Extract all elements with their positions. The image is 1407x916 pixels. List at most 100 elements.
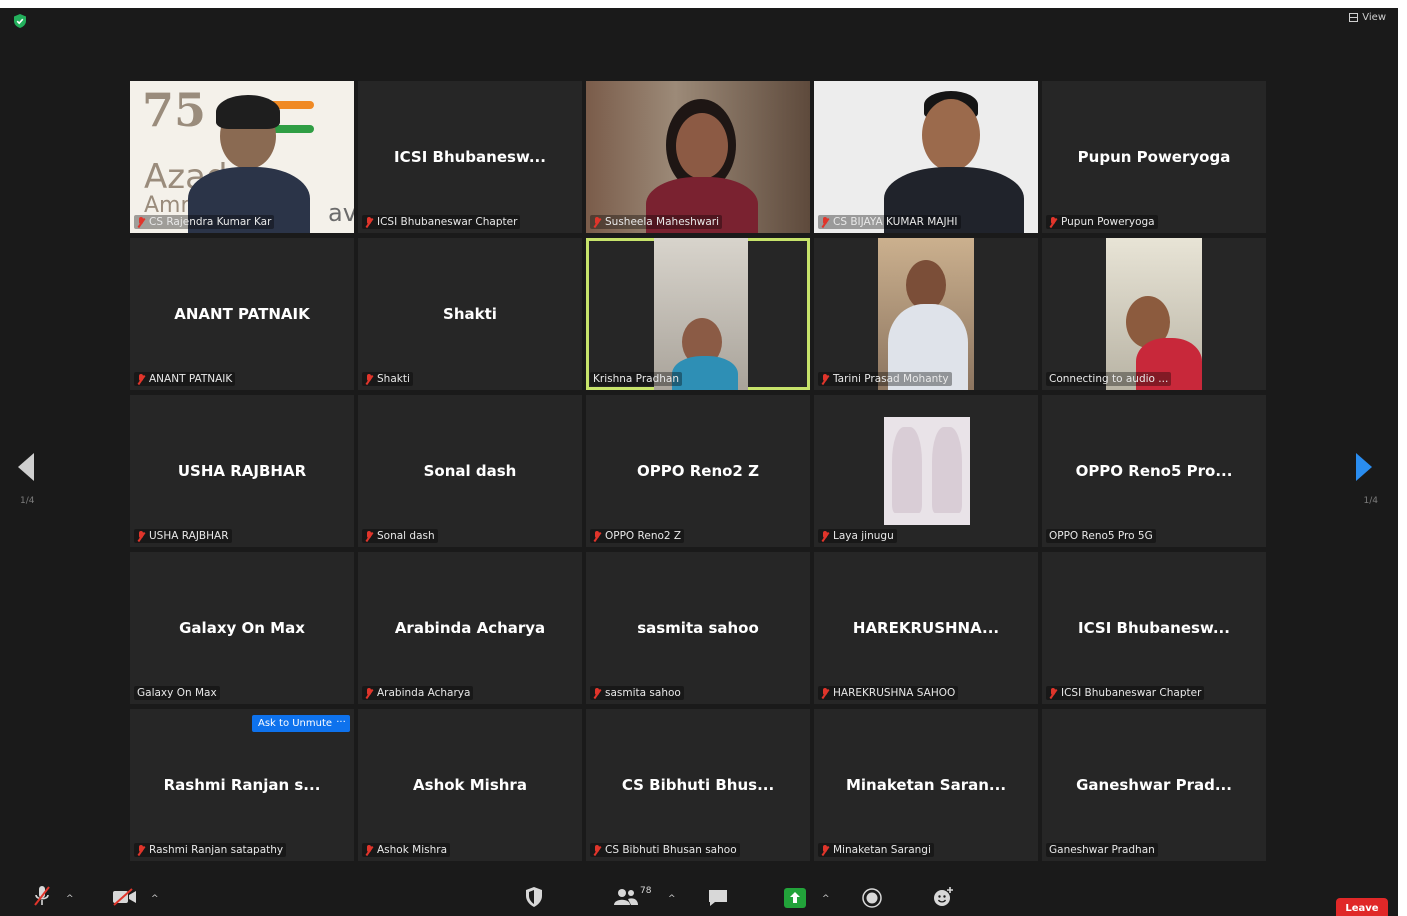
participants-caret[interactable]: ^ (668, 894, 676, 904)
participant-tile[interactable]: ANANT PATNAIK ANANT PATNAIK (130, 238, 354, 390)
participant-tile[interactable]: OPPO Reno2 Z OPPO Reno2 Z (586, 395, 810, 547)
participant-display-name: ANANT PATNAIK (174, 305, 310, 323)
mic-muted-icon (593, 216, 601, 228)
prev-page-icon[interactable] (18, 453, 34, 481)
video-off-icon[interactable] (112, 888, 138, 906)
mic-muted-icon (137, 844, 145, 856)
participant-tile[interactable]: 75 Azad Amrit av CS Rajendra Kumar Kar (130, 81, 354, 233)
ask-to-unmute-button[interactable]: Ask to Unmute (252, 715, 339, 732)
mic-muted-icon (137, 216, 145, 228)
participant-tile[interactable]: OPPO Reno5 Pro... OPPO Reno5 Pro 5G (1042, 395, 1266, 547)
reactions-icon[interactable] (932, 886, 954, 908)
share-options-caret[interactable]: ^ (822, 894, 830, 904)
participant-tile[interactable]: ICSI Bhubanesw... ICSI Bhubaneswar Chapte… (358, 81, 582, 233)
participant-name-label: ANANT PATNAIK (134, 372, 236, 386)
participant-tile[interactable]: sasmita sahoo sasmita sahoo (586, 552, 810, 704)
participant-name: Sonal dash (377, 530, 435, 542)
participant-tile[interactable]: Pupun Poweryoga Pupun Poweryoga (1042, 81, 1266, 233)
participant-name-label: Connecting to audio ... (1046, 372, 1172, 386)
zoom-meeting-window: View 1/4 1/4 75 Azad Amrit av CS Rajendra Ku… (0, 8, 1398, 916)
video-feed (586, 81, 810, 233)
participant-tile[interactable]: Connecting to audio ... (1042, 238, 1266, 390)
meeting-toolbar: ^ ^ 78 ^ ^ Leave (0, 876, 1398, 916)
leave-button[interactable]: Leave (1336, 898, 1388, 916)
record-icon[interactable] (862, 888, 882, 908)
participant-name: CS BIJAYA KUMAR MAJHI (833, 216, 958, 228)
participant-tile[interactable]: HAREKRUSHNA... HAREKRUSHNA SAHOO (814, 552, 1038, 704)
participant-tile[interactable]: Sonal dash Sonal dash (358, 395, 582, 547)
mic-muted-icon[interactable] (32, 884, 52, 908)
mic-muted-icon (821, 687, 829, 699)
banner-tail: av (328, 199, 354, 227)
participant-tile[interactable]: USHA RAJBHAR USHA RAJBHAR (130, 395, 354, 547)
participant-name: Minaketan Sarangi (833, 844, 931, 856)
participant-name: CS Bibhuti Bhusan sahoo (605, 844, 737, 856)
participant-tile[interactable]: ICSI Bhubanesw... ICSI Bhubaneswar Chapte… (1042, 552, 1266, 704)
mic-muted-icon (365, 844, 373, 856)
mic-muted-icon (365, 216, 373, 228)
participant-tile[interactable]: Krishna Pradhan (586, 238, 810, 390)
participant-tile[interactable]: Tarini Prasad Mohanty (814, 238, 1038, 390)
participant-tile[interactable]: Ganeshwar Prad... Ganeshwar Pradhan (1042, 709, 1266, 861)
mic-muted-icon (1049, 216, 1057, 228)
participant-face (676, 113, 728, 179)
mic-muted-icon (821, 373, 829, 385)
photo-figure-right (932, 427, 962, 513)
participant-display-name: CS Bibhuti Bhus... (621, 776, 775, 794)
security-icon[interactable] (524, 886, 544, 908)
participant-name-label: Galaxy On Max (134, 686, 220, 700)
participant-tile[interactable]: Laya jinugu (814, 395, 1038, 547)
participant-name: Pupun Poweryoga (1061, 216, 1155, 228)
participant-name: OPPO Reno2 Z (605, 530, 682, 542)
view-button[interactable]: View (1349, 12, 1386, 23)
participant-name-label: Ashok Mishra (362, 843, 451, 857)
participant-name-label: Pupun Poweryoga (1046, 215, 1158, 229)
participant-tile[interactable]: CS Bibhuti Bhus... CS Bibhuti Bhusan saho… (586, 709, 810, 861)
participant-tile[interactable]: Susheela Maheshwari (586, 81, 810, 233)
view-label: View (1362, 12, 1386, 23)
mic-options-caret[interactable]: ^ (66, 894, 74, 904)
participant-tile[interactable]: Shakti Shakti (358, 238, 582, 390)
mic-muted-icon (821, 844, 829, 856)
mic-muted-icon (1049, 687, 1057, 699)
participant-display-name: ICSI Bhubanesw... (394, 148, 546, 166)
participant-gallery: 75 Azad Amrit av CS Rajendra Kumar Kar ICSI B… (130, 81, 1266, 861)
shield-icon[interactable] (12, 13, 28, 29)
participant-display-name: Galaxy On Max (179, 619, 305, 637)
mic-muted-icon (365, 687, 373, 699)
page-indicator-left: 1/4 (20, 496, 35, 506)
mic-muted-icon (593, 687, 601, 699)
participant-tile[interactable]: Minaketan Saran... Minaketan Sarangi (814, 709, 1038, 861)
participants-icon[interactable] (614, 888, 638, 906)
participant-name: ICSI Bhubaneswar Chapter (377, 216, 518, 228)
banner-number: 75 (142, 83, 207, 137)
view-icon (1349, 13, 1359, 22)
participant-name-label: ICSI Bhubaneswar Chapter (1046, 686, 1205, 700)
more-options-button[interactable]: ··· (332, 715, 350, 732)
participant-tile[interactable]: Ashok Mishra Ashok Mishra (358, 709, 582, 861)
mic-muted-icon (365, 373, 373, 385)
participant-name: Laya jinugu (833, 530, 894, 542)
video-feed (654, 238, 748, 390)
participant-display-name: Arabinda Acharya (394, 619, 546, 637)
participant-tile[interactable]: CS BIJAYA KUMAR MAJHI (814, 81, 1038, 233)
video-options-caret[interactable]: ^ (151, 894, 159, 904)
participant-tile[interactable]: Galaxy On Max Galaxy On Max (130, 552, 354, 704)
participant-name: HAREKRUSHNA SAHOO (833, 687, 956, 699)
mic-muted-icon (593, 844, 601, 856)
participant-name-label: OPPO Reno2 Z (590, 529, 685, 543)
participant-display-name: sasmita sahoo (637, 619, 759, 637)
next-page-icon[interactable] (1356, 453, 1372, 481)
video-feed (878, 238, 974, 390)
participant-name-label: ICSI Bhubaneswar Chapter (362, 215, 521, 229)
participant-tile[interactable]: Arabinda Acharya Arabinda Acharya (358, 552, 582, 704)
mic-muted-icon (821, 216, 829, 228)
photo-figure-left (892, 427, 922, 513)
participant-name-label: Minaketan Sarangi (818, 843, 934, 857)
video-feed (814, 81, 1038, 233)
share-screen-icon[interactable] (784, 888, 806, 908)
chat-icon[interactable] (707, 888, 729, 908)
participant-hair (216, 95, 280, 129)
mic-muted-icon (365, 530, 373, 542)
participant-tile[interactable]: Rashmi Ranjan s... Rashmi Ranjan satapath… (130, 709, 354, 861)
